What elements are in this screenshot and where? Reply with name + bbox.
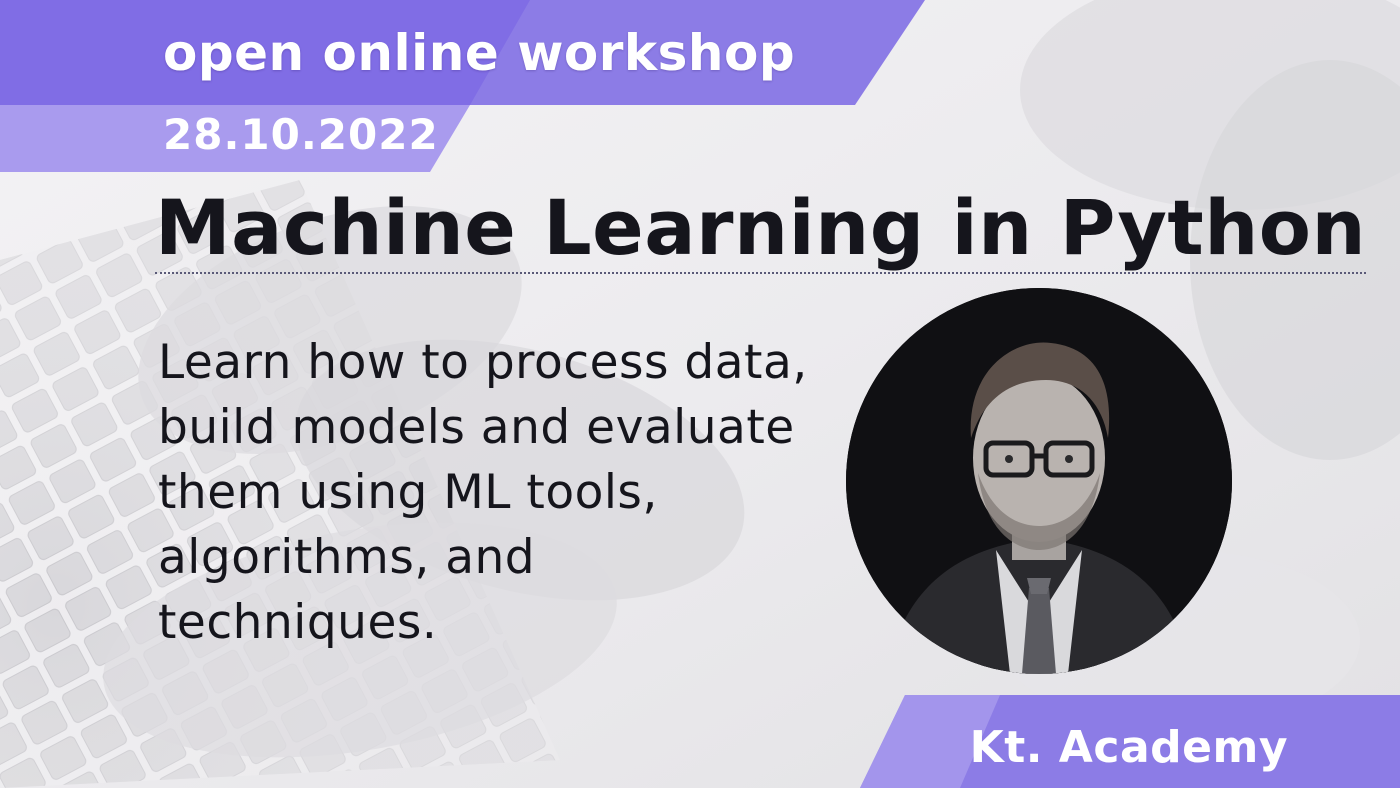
workshop-label: open online workshop: [163, 24, 796, 82]
workshop-description: Learn how to process data, build models …: [158, 335, 808, 650]
page-title: Machine Learning in Python: [155, 183, 1367, 274]
presenter-photo: [846, 288, 1232, 674]
event-date: 28.10.2022: [163, 110, 439, 159]
brand-label: Kt. Academy: [969, 722, 1288, 773]
